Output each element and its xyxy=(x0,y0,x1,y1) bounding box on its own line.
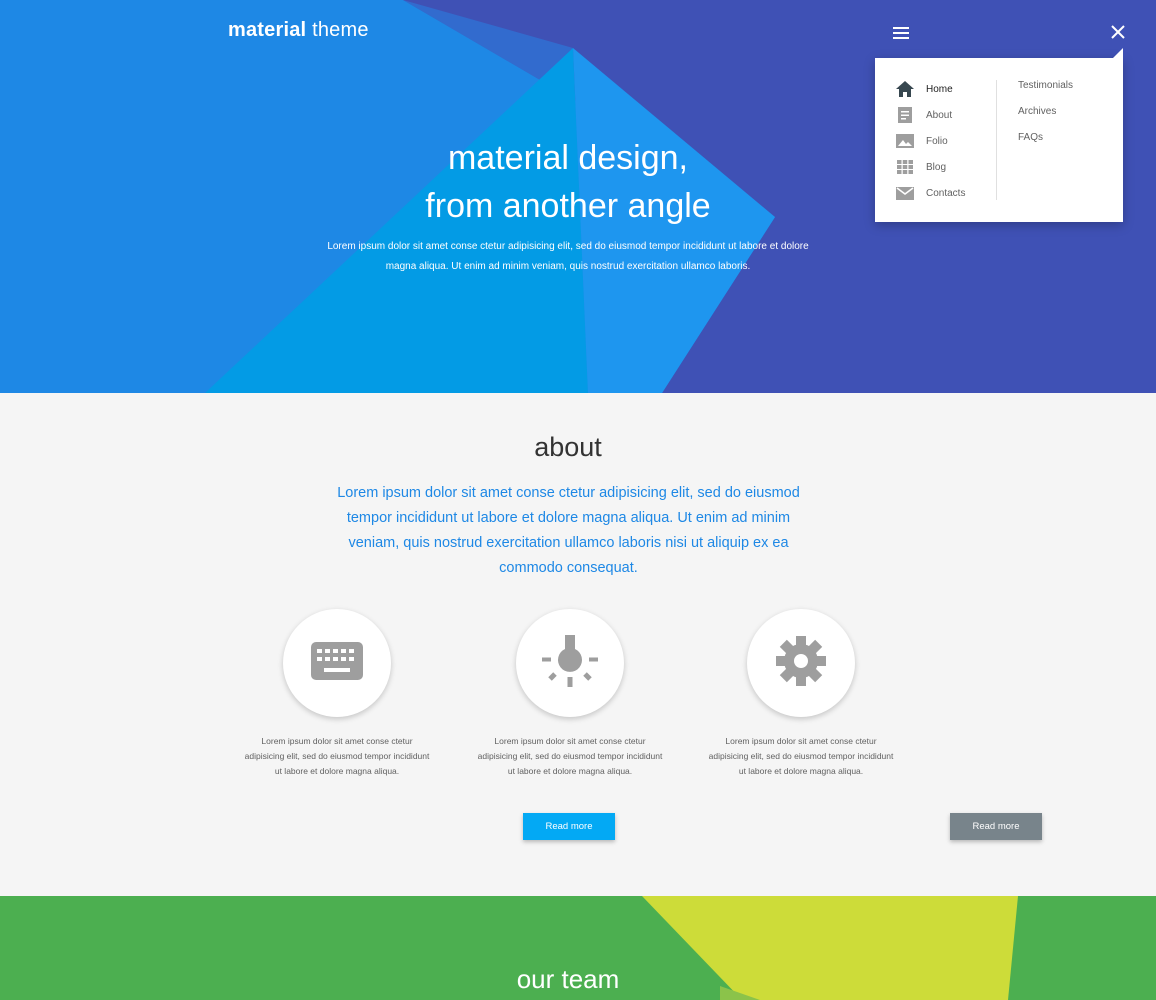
home-icon xyxy=(895,79,915,99)
menu-item-label: Contacts xyxy=(926,187,966,199)
menu-item-about[interactable]: About xyxy=(895,102,965,128)
feature-text: Lorem ipsum dolor sit amet conse ctetur … xyxy=(244,736,430,776)
grid-icon xyxy=(895,157,915,177)
feature-text: Lorem ipsum dolor sit amet conse ctetur … xyxy=(477,736,663,776)
read-more-secondary-button[interactable]: Read more xyxy=(950,813,1042,840)
hero-title: material design, from another angle xyxy=(278,134,858,230)
menu-left-column: Home About Folio Blog Contacts xyxy=(895,76,965,206)
about-lead-text: Lorem ipsum dolor sit amet conse ctetur … xyxy=(337,485,800,576)
menu-item-label: About xyxy=(926,109,953,121)
hero-subtitle: Lorem ipsum dolor sit amet conse ctetur … xyxy=(327,241,809,272)
close-icon[interactable] xyxy=(1106,20,1130,44)
mail-icon xyxy=(895,183,915,203)
menu-item-home[interactable]: Home xyxy=(895,76,965,102)
lightbulb-icon xyxy=(542,633,598,694)
brand-bold-text: material xyxy=(228,19,307,41)
feature-circle xyxy=(516,609,624,717)
menu-item-label: Folio xyxy=(926,135,948,147)
menu-icon[interactable] xyxy=(889,22,913,44)
nav-dropdown-menu: Home About Folio Blog Contacts Testimoni… xyxy=(875,48,1123,222)
menu-link-faqs[interactable]: FAQs xyxy=(1018,128,1073,154)
document-icon xyxy=(895,105,915,125)
menu-right-column: Testimonials Archives FAQs xyxy=(1018,76,1073,154)
menu-item-label: Blog xyxy=(926,161,947,173)
team-section: our team xyxy=(0,896,1156,1000)
read-more-button[interactable]: Read more xyxy=(523,813,615,840)
hero-title-line2: from another angle xyxy=(425,187,711,225)
menu-link-archives[interactable]: Archives xyxy=(1018,102,1073,128)
menu-item-label: Home xyxy=(926,83,953,95)
menu-link-testimonials[interactable]: Testimonials xyxy=(1018,76,1073,102)
gear-icon xyxy=(775,635,827,692)
brand-light-text: theme xyxy=(312,19,369,41)
feature-lightbulb: Lorem ipsum dolor sit amet conse ctetur … xyxy=(470,609,670,779)
feature-text: Lorem ipsum dolor sit amet conse ctetur … xyxy=(708,736,894,776)
hero-title-line1: material design, xyxy=(447,139,688,177)
feature-gear: Lorem ipsum dolor sit amet conse ctetur … xyxy=(701,609,901,779)
feature-circle xyxy=(747,609,855,717)
menu-item-blog[interactable]: Blog xyxy=(895,154,965,180)
menu-divider xyxy=(996,80,997,200)
brand-logo[interactable]: material theme xyxy=(228,19,369,42)
menu-item-folio[interactable]: Folio xyxy=(895,128,965,154)
team-title: our team xyxy=(516,964,620,994)
menu-item-contacts[interactable]: Contacts xyxy=(895,180,965,206)
feature-keyboard: Lorem ipsum dolor sit amet conse ctetur … xyxy=(237,609,437,779)
about-title: about xyxy=(534,432,602,462)
keyboard-icon xyxy=(311,641,363,685)
feature-circle xyxy=(283,609,391,717)
image-icon xyxy=(895,131,915,151)
